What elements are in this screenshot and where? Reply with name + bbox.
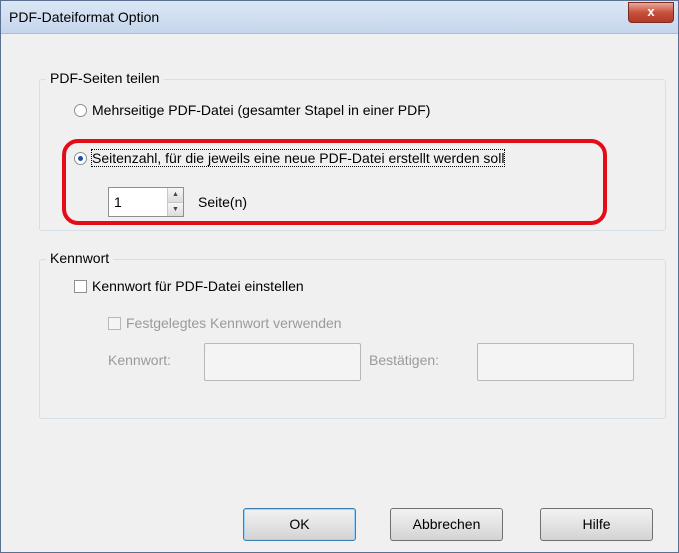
cancel-button[interactable]: Abbrechen [390, 508, 503, 541]
close-button[interactable]: x [628, 2, 674, 23]
help-button[interactable]: Hilfe [540, 508, 653, 541]
checkbox-use-fixed-box[interactable] [108, 316, 121, 330]
checkbox-set-password-box[interactable] [74, 279, 87, 293]
confirm-field-label: Bestätigen: [369, 352, 440, 368]
annotation-highlight [62, 139, 607, 225]
checkbox-use-fixed-label[interactable]: Festgelegtes Kennwort verwenden [126, 315, 342, 331]
ok-button[interactable]: OK [243, 508, 356, 541]
radio-multipage-pdf[interactable]: Mehrseitige PDF-Datei (gesamter Stapel i… [74, 102, 430, 118]
close-icon: x [647, 4, 655, 19]
radio-multipage-indicator[interactable] [74, 103, 87, 117]
checkbox-use-fixed-password[interactable]: Festgelegtes Kennwort verwenden [108, 315, 342, 331]
password-input[interactable] [204, 343, 361, 381]
dialog-client: PDF-Seiten teilen Mehrseitige PDF-Datei … [1, 34, 678, 552]
password-legend: Kennwort [46, 250, 114, 266]
checkbox-set-password[interactable]: Kennwort für PDF-Datei einstellen [74, 278, 304, 294]
checkbox-set-password-label[interactable]: Kennwort für PDF-Datei einstellen [92, 278, 304, 294]
title-bar[interactable]: PDF-Dateiformat Option x [1, 1, 678, 34]
split-pages-legend: PDF-Seiten teilen [46, 70, 164, 86]
dialog-window: PDF-Dateiformat Option x PDF-Seiten teil… [0, 0, 679, 553]
confirm-password-input[interactable] [477, 343, 634, 381]
password-field-label: Kennwort: [108, 352, 172, 368]
radio-multipage-label[interactable]: Mehrseitige PDF-Datei (gesamter Stapel i… [92, 102, 430, 118]
window-title: PDF-Dateiformat Option [9, 9, 160, 25]
